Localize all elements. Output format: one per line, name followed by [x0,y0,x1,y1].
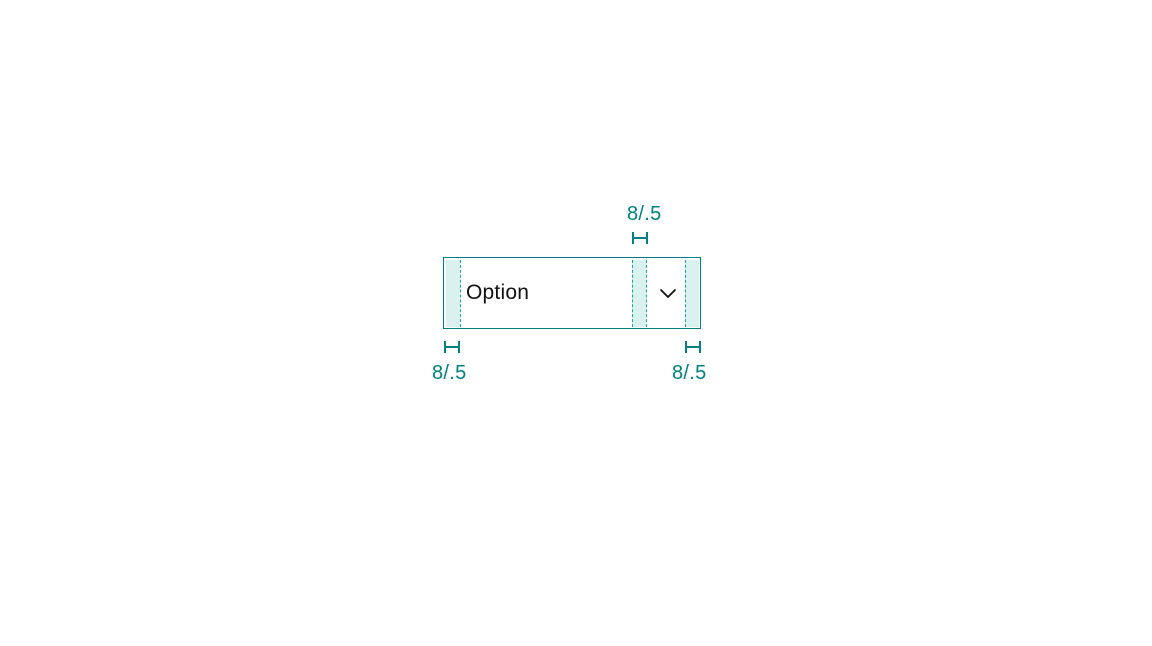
annotation-top-gap: 8/.5 [627,203,662,226]
padding-zone-right [685,260,699,327]
annotation-bottom-right: 8/.5 [672,362,707,385]
dropdown-spec-box: Option [443,257,701,329]
dimension-bracket-bottom-left [444,340,460,354]
gap-zone-between-label-and-icon [632,260,646,327]
chevron-down-icon [657,258,679,328]
guideline-before-right-padding [685,260,686,327]
dimension-bracket-bottom-right [685,340,701,354]
guideline-before-mid-gap [632,260,633,327]
guideline-after-mid-gap [646,260,647,327]
dimension-bracket-top [632,231,648,245]
spacing-spec-diagram: 8/.5 Option [0,0,1152,646]
padding-zone-left [446,260,460,327]
guideline-after-left-padding [460,260,461,327]
annotation-bottom-left: 8/.5 [432,362,467,385]
dropdown-label: Option [466,258,529,328]
